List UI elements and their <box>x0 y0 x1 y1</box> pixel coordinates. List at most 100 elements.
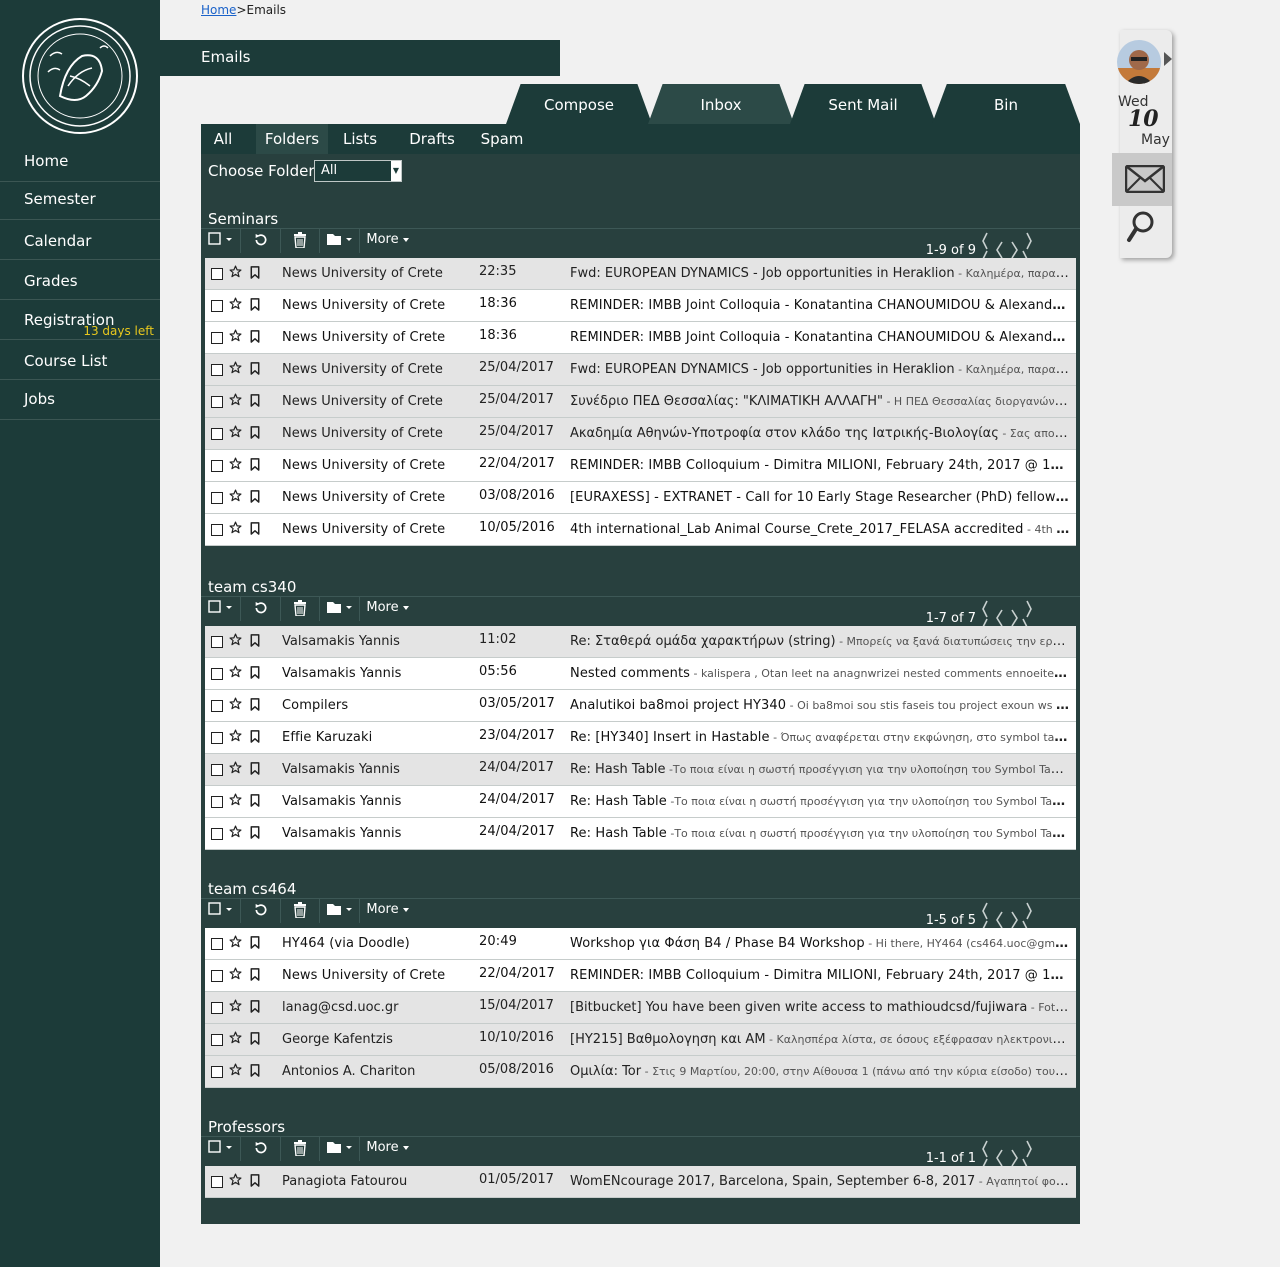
move-folder-button[interactable] <box>320 899 360 923</box>
bookmark-icon[interactable] <box>250 666 260 683</box>
bookmark-icon[interactable] <box>250 794 260 811</box>
mail-row[interactable]: News University of Crete 18:36 REMINDER: I… <box>205 290 1076 322</box>
move-folder-button[interactable] <box>320 597 360 621</box>
delete-button[interactable] <box>281 1137 320 1161</box>
subtab-all[interactable]: All <box>201 124 245 154</box>
mail-row[interactable]: News University of Crete 18:36 REMINDER: I… <box>205 322 1076 354</box>
bookmark-icon[interactable] <box>250 490 260 507</box>
prev-page-icon[interactable] <box>994 609 1004 627</box>
subtab-lists[interactable]: Lists <box>331 124 389 154</box>
star-icon[interactable] <box>229 665 242 682</box>
mail-row[interactable]: HY464 (via Doodle) 20:49 Workshop για Φάση… <box>205 928 1076 960</box>
star-icon[interactable] <box>229 425 242 442</box>
star-icon[interactable] <box>229 1031 242 1048</box>
row-checkbox[interactable] <box>211 970 223 982</box>
row-checkbox[interactable] <box>211 428 223 440</box>
mail-row[interactable]: News University of Crete 25/04/2017 Ακαδημ… <box>205 418 1076 450</box>
subtab-spam[interactable]: Spam <box>471 124 533 154</box>
mail-row[interactable]: Valsamakis Yannis 24/04/2017 Re: Hash Tabl… <box>205 754 1076 786</box>
prev-page-icon[interactable] <box>994 911 1004 929</box>
row-checkbox[interactable] <box>211 668 223 680</box>
star-icon[interactable] <box>229 489 242 506</box>
tab-bin[interactable]: Bin <box>932 84 1080 124</box>
star-icon[interactable] <box>229 521 242 538</box>
mail-row[interactable]: Antonios A. Chariton 05/08/2016 Ομιλία: To… <box>205 1056 1076 1088</box>
refresh-button[interactable] <box>241 229 281 253</box>
row-checkbox[interactable] <box>211 1002 223 1014</box>
bookmark-icon[interactable] <box>250 1174 260 1191</box>
mail-row[interactable]: News University of Crete 03/08/2016 [EURAX… <box>205 482 1076 514</box>
more-button[interactable]: More <box>360 597 416 621</box>
more-button[interactable]: More <box>360 1137 416 1161</box>
tab-inbox[interactable]: Inbox <box>648 84 794 124</box>
bookmark-icon[interactable] <box>250 826 260 843</box>
mail-row[interactable]: Valsamakis Yannis 24/04/2017 Re: Hash Tabl… <box>205 818 1076 850</box>
prev-page-icon[interactable] <box>994 1149 1004 1167</box>
sidebar-item-course-list[interactable]: Course List <box>0 340 160 380</box>
mail-row[interactable]: Panagiota Fatourou 01/05/2017 WomENcourage… <box>205 1166 1076 1198</box>
row-checkbox[interactable] <box>211 268 223 280</box>
star-icon[interactable] <box>229 297 242 314</box>
star-icon[interactable] <box>229 697 242 714</box>
bookmark-icon[interactable] <box>250 634 260 651</box>
star-icon[interactable] <box>229 729 242 746</box>
more-button[interactable]: More <box>360 899 416 923</box>
bookmark-icon[interactable] <box>250 522 260 539</box>
bookmark-icon[interactable] <box>250 1064 260 1081</box>
select-all-button[interactable] <box>201 597 241 621</box>
bookmark-icon[interactable] <box>250 698 260 715</box>
mail-row[interactable]: News University of Crete 22/04/2017 REMIND… <box>205 960 1076 992</box>
subtab-drafts[interactable]: Drafts <box>397 124 467 154</box>
move-folder-button[interactable] <box>320 229 360 253</box>
mail-row[interactable]: Valsamakis Yannis 24/04/2017 Re: Hash Tabl… <box>205 786 1076 818</box>
delete-button[interactable] <box>281 229 320 253</box>
refresh-button[interactable] <box>241 899 281 923</box>
next-page-icon[interactable] <box>1010 911 1020 929</box>
move-folder-button[interactable] <box>320 1137 360 1161</box>
row-checkbox[interactable] <box>211 460 223 472</box>
mail-button[interactable] <box>1112 153 1172 206</box>
bookmark-icon[interactable] <box>250 298 260 315</box>
tab-compose[interactable]: Compose <box>506 84 652 124</box>
star-icon[interactable] <box>229 967 242 984</box>
delete-button[interactable] <box>281 597 320 621</box>
bookmark-icon[interactable] <box>250 762 260 779</box>
sidebar-item-home[interactable]: Home <box>0 144 160 182</box>
mail-row[interactable]: Valsamakis Yannis 05:56 Nested comments - … <box>205 658 1076 690</box>
row-checkbox[interactable] <box>211 828 223 840</box>
mail-row[interactable]: News University of Crete 10/05/2016 4th in… <box>205 514 1076 546</box>
university-logo[interactable] <box>20 16 140 136</box>
bookmark-icon[interactable] <box>250 330 260 347</box>
mail-row[interactable]: Compilers 03/05/2017 Analutikoi ba8moi pro… <box>205 690 1076 722</box>
refresh-button[interactable] <box>241 1137 281 1161</box>
row-checkbox[interactable] <box>211 524 223 536</box>
mail-row[interactable]: lanag@csd.uoc.gr 15/04/2017 [Bitbucket] Yo… <box>205 992 1076 1024</box>
mail-row[interactable]: George Kafentzis 10/10/2016 [HY215] Βαθμολ… <box>205 1024 1076 1056</box>
row-checkbox[interactable] <box>211 700 223 712</box>
row-checkbox[interactable] <box>211 300 223 312</box>
star-icon[interactable] <box>229 793 242 810</box>
row-checkbox[interactable] <box>211 1066 223 1078</box>
bookmark-icon[interactable] <box>250 426 260 443</box>
delete-button[interactable] <box>281 899 320 923</box>
star-icon[interactable] <box>229 457 242 474</box>
star-icon[interactable] <box>229 761 242 778</box>
sidebar-item-jobs[interactable]: Jobs <box>0 380 160 420</box>
star-icon[interactable] <box>229 825 242 842</box>
more-button[interactable]: More <box>360 229 416 253</box>
bookmark-icon[interactable] <box>250 1000 260 1017</box>
star-icon[interactable] <box>229 1063 242 1080</box>
bookmark-icon[interactable] <box>250 1032 260 1049</box>
bookmark-icon[interactable] <box>250 730 260 747</box>
star-icon[interactable] <box>229 1173 242 1190</box>
bookmark-icon[interactable] <box>250 968 260 985</box>
breadcrumb-home-link[interactable]: Home <box>201 3 236 17</box>
select-all-button[interactable] <box>201 1137 241 1161</box>
row-checkbox[interactable] <box>211 796 223 808</box>
row-checkbox[interactable] <box>211 732 223 744</box>
next-page-icon[interactable] <box>1010 241 1020 259</box>
next-page-icon[interactable] <box>1010 1149 1020 1167</box>
star-icon[interactable] <box>229 393 242 410</box>
bookmark-icon[interactable] <box>250 458 260 475</box>
refresh-button[interactable] <box>241 597 281 621</box>
